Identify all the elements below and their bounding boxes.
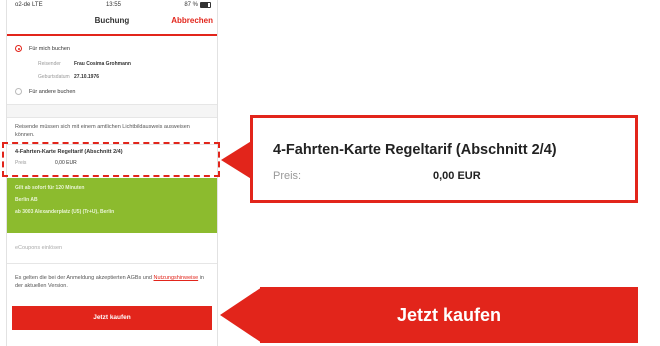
traveler-label: Reisender <box>38 60 61 67</box>
traveler-value: Frau Cosima Grohmann <box>74 60 131 67</box>
radio-selected-icon[interactable] <box>15 45 22 52</box>
battery-icon <box>200 2 211 8</box>
book-for-me-label: Für mich buchen <box>29 45 70 52</box>
id-notice: Reisende müssen sich mit einem amtlichen… <box>7 118 217 145</box>
nav-bar: Buchung Abbrechen <box>7 10 217 36</box>
buy-arrow-icon <box>220 287 262 343</box>
cancel-button[interactable]: Abbrechen <box>171 16 213 25</box>
radio-unselected-icon[interactable] <box>15 88 22 95</box>
booking-section: Für mich buchen Reisender Frau Cosima Gr… <box>7 40 217 100</box>
coupon-input[interactable]: eCoupons einlösen <box>7 233 217 264</box>
traveler-row: Reisender Frau Cosima Grohmann <box>15 57 209 70</box>
buy-callout: Jetzt kaufen <box>260 287 638 343</box>
carrier-text: o2-de LTE <box>15 2 43 8</box>
agb-prefix: Es gelten die bei der Anmeldung akzeptie… <box>15 275 154 281</box>
status-bar: o2-de LTE 13:55 87 % <box>7 0 217 10</box>
status-right: 87 % <box>184 2 211 8</box>
agb-text: Es gelten die bei der Anmeldung akzeptie… <box>7 264 217 300</box>
callout-price-label: Preis: <box>273 170 302 182</box>
callout-price-value: 0,00 EUR <box>433 170 481 182</box>
ticket-callout: 4-Fahrten-Karte Regeltarif (Abschnitt 2/… <box>250 115 638 203</box>
time-text: 13:55 <box>105 2 121 8</box>
birthdate-row: Geburtsdatum 27.10.1976 <box>15 70 209 83</box>
divider <box>7 104 217 118</box>
validity-line: ab 3003 Alexanderplatz (U5) (Tr+U), Berl… <box>15 209 115 215</box>
birthdate-label: Geburtsdatum <box>38 73 70 80</box>
book-for-others-option[interactable]: Für andere buchen <box>15 83 209 100</box>
book-for-me-option[interactable]: Für mich buchen <box>15 40 209 57</box>
terms-link[interactable]: Nutzungshinweise <box>154 275 199 281</box>
callout-ticket-name: 4-Fahrten-Karte Regeltarif (Abschnitt 2/… <box>273 142 557 158</box>
buy-button[interactable]: Jetzt kaufen <box>12 306 212 330</box>
callout-price-row: Preis: 0,00 EUR <box>273 170 615 182</box>
validity-box: Gilt ab sofort für 120 Minuten Berlin AB… <box>7 178 217 233</box>
book-for-others-label: Für andere buchen <box>29 88 76 95</box>
ticket-highlight-box <box>2 142 220 177</box>
validity-line: Berlin AB <box>15 197 38 203</box>
battery-text: 87 % <box>184 2 198 8</box>
birthdate-value: 27.10.1976 <box>74 73 100 80</box>
validity-line: Gilt ab sofort für 120 Minuten <box>15 185 85 191</box>
